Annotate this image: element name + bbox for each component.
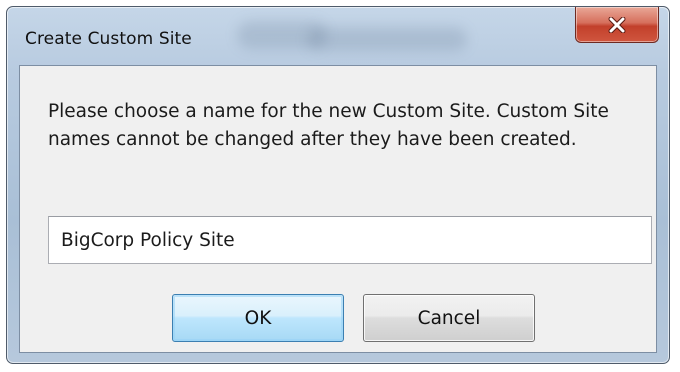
site-name-input[interactable]	[48, 216, 652, 264]
cancel-button[interactable]: Cancel	[363, 294, 535, 342]
close-icon	[608, 16, 626, 33]
dialog-window: Create Custom Site Please choose a name …	[6, 6, 670, 364]
close-button[interactable]	[575, 7, 659, 43]
dialog-message: Please choose a name for the new Custom …	[48, 101, 609, 150]
dialog-title: Create Custom Site	[25, 29, 192, 49]
title-bar[interactable]: Create Custom Site	[7, 7, 669, 65]
ok-button[interactable]: OK	[172, 294, 344, 342]
dialog-body: Please choose a name for the new Custom …	[19, 65, 657, 353]
